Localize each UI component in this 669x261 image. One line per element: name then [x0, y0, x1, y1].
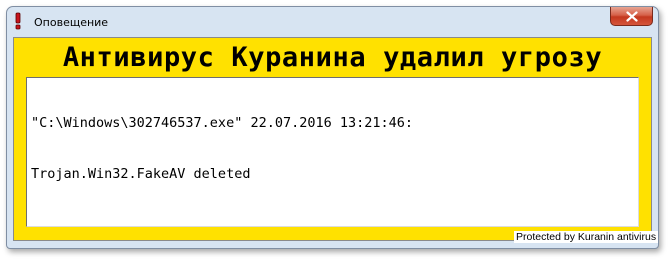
- message-line: Trojan.Win32.FakeAV deleted: [31, 166, 251, 182]
- alert-headline: Антивирус Куранина удалил угрозу: [62, 42, 603, 73]
- protection-label: Protected by Kuranin antivirus: [514, 231, 659, 243]
- alert-window: Оповещение Антивирус Куранина удалил угр…: [6, 6, 659, 249]
- alert-panel: Антивирус Куранина удалил угрозу "C:\Win…: [13, 37, 652, 241]
- window-title: Оповещение: [34, 16, 109, 29]
- message-line: "C:\Windows\302746537.exe" 22.07.2016 13…: [31, 115, 414, 131]
- title-bar[interactable]: Оповещение: [7, 7, 658, 37]
- message-memo[interactable]: "C:\Windows\302746537.exe" 22.07.2016 13…: [26, 77, 639, 227]
- exclamation-icon: [11, 12, 25, 30]
- close-button[interactable]: [610, 7, 653, 26]
